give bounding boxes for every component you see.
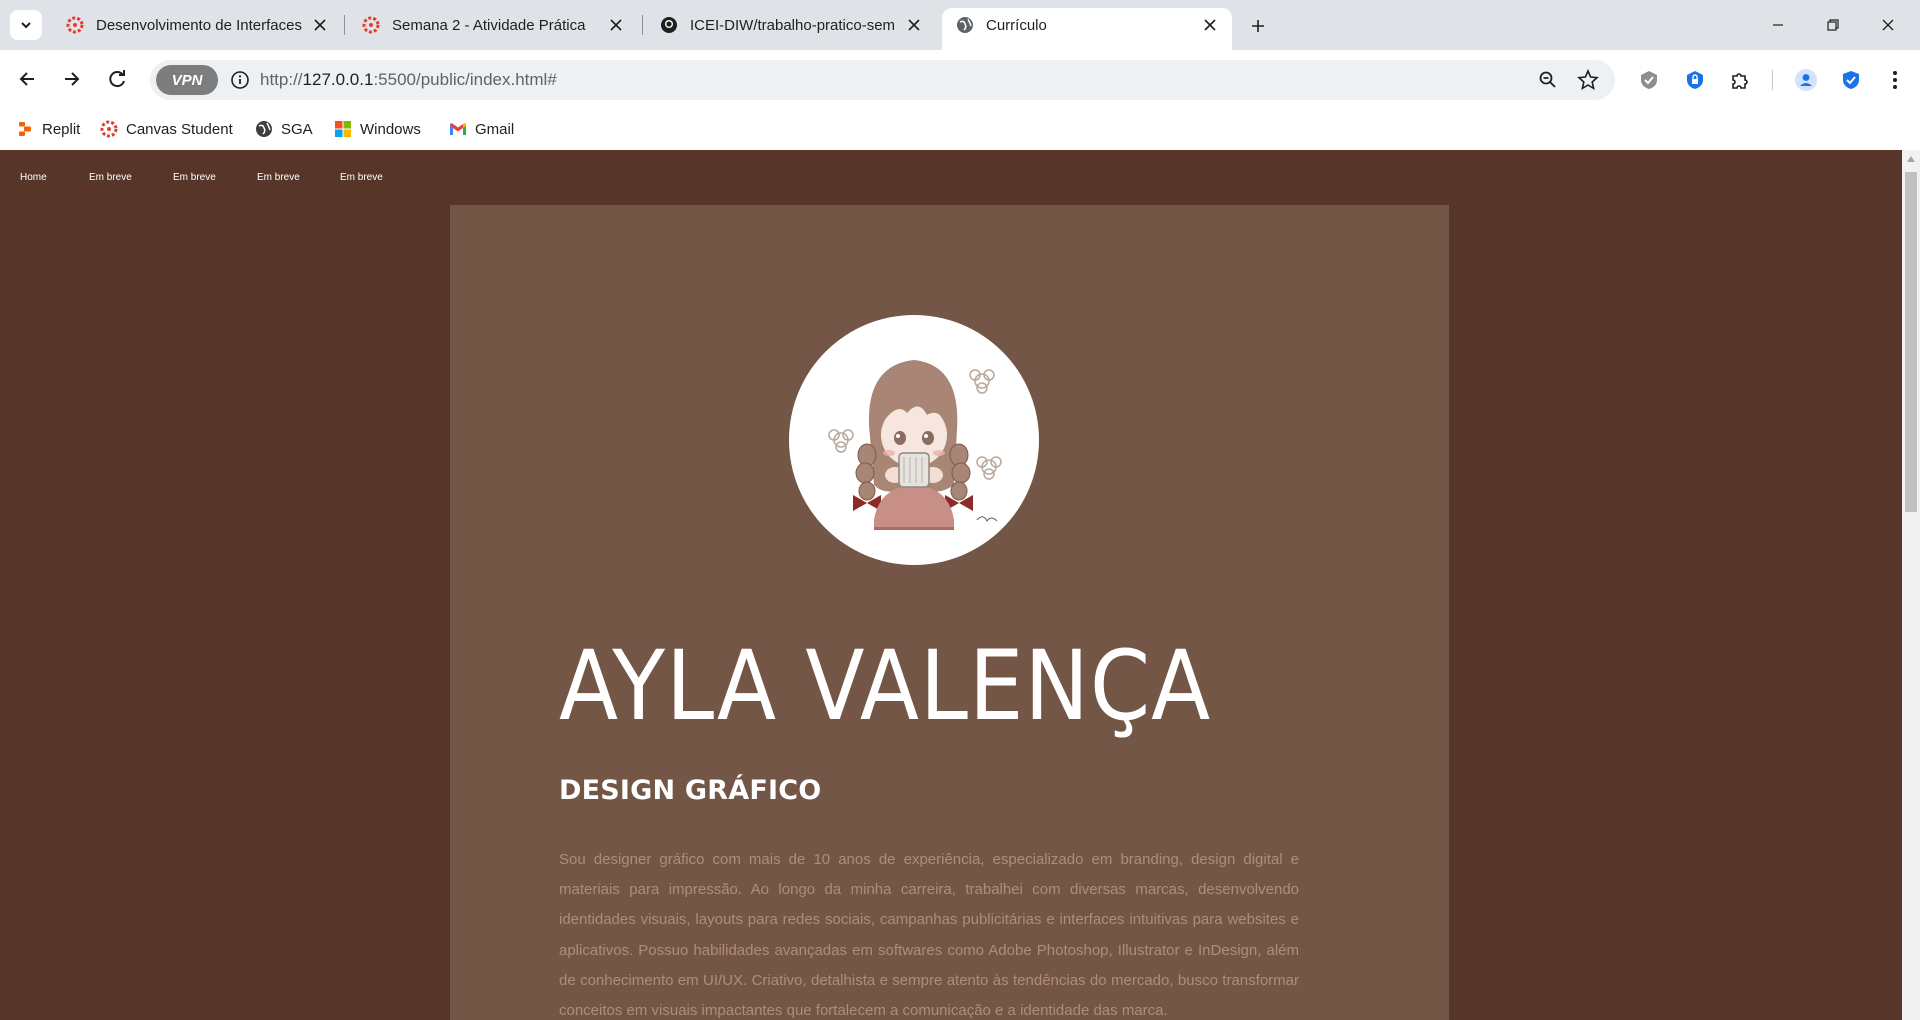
new-tab-button[interactable] (1244, 12, 1272, 40)
tab-divider (344, 15, 345, 35)
extensions-puzzle-icon[interactable] (1727, 67, 1753, 93)
zoom-icon[interactable] (1536, 68, 1560, 92)
minimize-button[interactable] (1755, 10, 1801, 40)
nav-link-em-breve-3[interactable]: Em breve (257, 172, 300, 183)
gmail-icon (449, 120, 467, 138)
bookmarks-bar: Replit Canvas Student SGA Windows Gmail (0, 108, 1920, 150)
tab-strip: Desenvolvimento de Interfaces Semana 2 -… (0, 0, 1920, 50)
bio-paragraph: Sou designer gráfico com mais de 10 anos… (559, 851, 1299, 1020)
forward-button[interactable] (56, 63, 88, 95)
tab-desenvolvimento[interactable]: Desenvolvimento de Interfaces (52, 8, 342, 42)
replit-icon (16, 120, 34, 138)
minimize-icon (1773, 24, 1783, 26)
arrow-left-icon (19, 72, 34, 86)
github-icon (661, 17, 677, 33)
globe-icon (255, 120, 273, 138)
reload-icon (109, 70, 125, 88)
reload-button[interactable] (101, 63, 133, 95)
restore-icon (1827, 19, 1839, 31)
plus-icon (1252, 20, 1264, 32)
nav-link-home[interactable]: Home (20, 172, 47, 183)
bookmark-label: SGA (281, 120, 313, 138)
windows-icon (334, 120, 352, 138)
browser-toolbar: VPN http://127.0.0.1:5500/public/index.h… (0, 50, 1920, 108)
vpn-badge[interactable]: VPN (156, 65, 218, 95)
close-icon[interactable] (604, 13, 628, 37)
toolbar-divider (1772, 70, 1773, 90)
address-bar[interactable]: VPN http://127.0.0.1:5500/public/index.h… (150, 60, 1615, 100)
scroll-up-arrow-icon[interactable] (1907, 156, 1915, 162)
url-text[interactable]: http://127.0.0.1:5500/public/index.html# (260, 70, 557, 90)
canvas-icon (362, 16, 380, 34)
back-button[interactable] (11, 63, 43, 95)
tab-title: Desenvolvimento de Interfaces (96, 16, 302, 34)
close-icon[interactable] (1198, 13, 1222, 37)
canvas-icon (100, 120, 118, 138)
menu-kebab-icon[interactable] (1882, 67, 1908, 93)
bookmark-sga[interactable]: SGA (255, 116, 313, 142)
tab-semana-2[interactable]: Semana 2 - Atividade Prática (348, 8, 638, 42)
bookmark-label: Canvas Student (126, 120, 233, 138)
url-host: 127.0.0.1 (302, 70, 374, 89)
bookmark-label: Windows (360, 120, 421, 138)
close-icon[interactable] (902, 13, 926, 37)
bookmark-label: Replit (42, 120, 81, 138)
tab-search-button[interactable] (10, 10, 42, 40)
nav-link-em-breve-2[interactable]: Em breve (173, 172, 216, 183)
bookmark-windows[interactable]: Windows (334, 116, 421, 142)
bookmark-label: Gmail (475, 120, 515, 138)
canvas-icon (66, 16, 84, 34)
chevron-down-icon (21, 22, 31, 29)
tab-title: Semana 2 - Atividade Prática (392, 16, 586, 34)
scrollbar-thumb[interactable] (1905, 172, 1917, 512)
girl-drinking-tea-illustration (828, 360, 1002, 530)
tab-title: Currículo (986, 16, 1047, 34)
bookmark-canvas-student[interactable]: Canvas Student (100, 116, 233, 142)
close-icon (1882, 19, 1894, 31)
bookmark-replit[interactable]: Replit (16, 116, 80, 142)
vpn-label: VPN (171, 71, 203, 89)
nav-link-em-breve-1[interactable]: Em breve (89, 172, 132, 183)
tab-divider (642, 15, 643, 35)
resume-card: AYLA VALENÇA DESIGN GRÁFICO Sou designer… (450, 205, 1449, 1020)
tab-title: ICEI-DIW/trabalho-pratico-sem (690, 16, 896, 34)
page-viewport: Home Em breve Em breve Em breve Em breve (0, 150, 1902, 1020)
tab-curriculo[interactable]: Currículo (942, 8, 1232, 50)
extension-blue-shield-icon[interactable] (1838, 67, 1864, 93)
bookmark-star-icon[interactable] (1576, 68, 1600, 92)
globe-icon (957, 17, 973, 33)
bookmark-gmail[interactable]: Gmail (449, 116, 514, 142)
profile-avatar-icon[interactable] (1793, 67, 1819, 93)
arrow-right-icon (65, 72, 80, 86)
extension-lock-shield-icon[interactable] (1682, 67, 1708, 93)
nav-link-em-breve-4[interactable]: Em breve (340, 172, 383, 183)
site-info-icon[interactable] (228, 68, 252, 92)
person-name: AYLA VALENÇA (559, 630, 1212, 742)
restore-button[interactable] (1810, 10, 1856, 40)
url-scheme: http:// (260, 70, 303, 89)
close-window-button[interactable] (1865, 10, 1911, 40)
tab-github[interactable]: ICEI-DIW/trabalho-pratico-sem (646, 8, 936, 42)
person-role: DESIGN GRÁFICO (559, 775, 822, 806)
page-scrollbar[interactable] (1902, 150, 1920, 1020)
extension-shield-gray-icon[interactable] (1636, 67, 1662, 93)
url-path: :5500/public/index.html# (373, 70, 557, 89)
close-icon[interactable] (308, 13, 332, 37)
profile-avatar (789, 315, 1039, 565)
